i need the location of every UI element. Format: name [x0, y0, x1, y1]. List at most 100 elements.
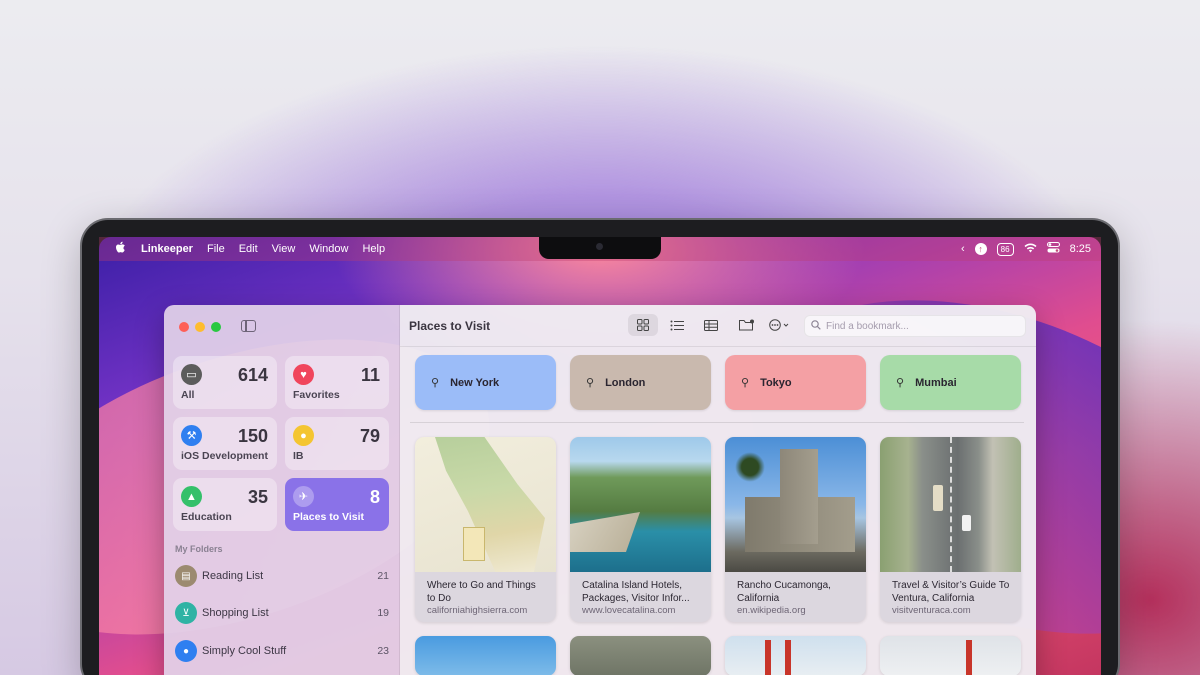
folder-count: 19 [377, 607, 389, 619]
card-favorites[interactable]: ♥ 11 Favorites [285, 356, 389, 409]
card-label: All [181, 389, 195, 401]
menu-help[interactable]: Help [362, 243, 385, 255]
pinned-mumbai[interactable]: ⚲ Mumbai [880, 355, 1021, 410]
list-icon [670, 320, 684, 330]
main-content: Places to Visit Find a bookmark... ⚲ New… [400, 305, 1036, 675]
bookmark-card[interactable] [570, 636, 711, 675]
card-count: 8 [369, 487, 380, 507]
menu-file[interactable]: File [207, 243, 225, 255]
close-window-button[interactable] [179, 322, 189, 332]
card-education[interactable]: ▲ 35 Education [173, 478, 277, 531]
app-menu[interactable]: Linkeeper [141, 243, 193, 255]
pin-icon: ⚲ [431, 377, 440, 389]
zoom-window-button[interactable] [211, 322, 221, 332]
camera-notch [539, 237, 661, 259]
bookmark-grid: Where to Go and Things to Do californiah… [415, 437, 1021, 675]
smart-folder-cards: ▭ 614 All ♥ 11 Favorites ⚒ 150 iOS Devel… [173, 356, 389, 531]
control-center-icon[interactable] [1046, 242, 1060, 256]
folder-reading-list[interactable]: ▤ Reading List 21 [175, 562, 389, 590]
menu-edit[interactable]: Edit [239, 243, 258, 255]
bookmark-thumbnail [415, 437, 556, 572]
bookmark-card[interactable] [725, 636, 866, 675]
list-view-button[interactable] [662, 314, 692, 336]
bookmark-card[interactable]: Where to Go and Things to Do californiah… [415, 437, 556, 622]
grid-icon [637, 319, 649, 331]
folder-shopping-list[interactable]: ⊻ Shopping List 19 [175, 599, 389, 627]
pin-icon: ⚲ [896, 377, 905, 389]
menu-window[interactable]: Window [309, 243, 348, 255]
menu-view[interactable]: View [272, 243, 296, 255]
pinned-tokyo[interactable]: ⚲ Tokyo [725, 355, 866, 410]
battery-badge[interactable]: 86 [996, 242, 1014, 256]
tray-icon: ▭ [181, 364, 202, 385]
bookmark-thumbnail [880, 437, 1021, 572]
card-ib[interactable]: ● 79 IB [285, 417, 389, 470]
bookmark-title: Rancho Cucamonga, California [737, 580, 831, 604]
page-title: Places to Visit [409, 319, 491, 333]
more-menu-button[interactable] [765, 314, 795, 336]
bookmark-thumbnail [415, 636, 556, 675]
card-label: Favorites [293, 389, 340, 401]
minimize-window-button[interactable] [195, 322, 205, 332]
pinned-label: Tokyo [760, 376, 792, 389]
card-count: 150 [237, 426, 268, 446]
folder-name: Shopping List [202, 607, 269, 619]
bookmark-card[interactable]: Catalina Island Hotels, Packages, Visito… [570, 437, 711, 622]
graduation-cap-icon: ▲ [181, 486, 202, 507]
card-places-to-visit[interactable]: ✈ 8 Places to Visit [285, 478, 389, 531]
search-input[interactable] [826, 320, 1016, 332]
bookmark-url: www.lovecatalina.com [582, 605, 676, 616]
table-icon [704, 319, 718, 331]
apple-icon[interactable] [115, 241, 127, 257]
bookmark-thumbnail [570, 437, 711, 572]
pinned-label: Mumbai [915, 376, 957, 389]
pinned-bookmarks: ⚲ New York ⚲ London ⚲ Tokyo ⚲ Mumbai [415, 355, 1021, 410]
airplane-icon: ✈ [293, 486, 314, 507]
bookmark-card[interactable] [880, 636, 1021, 675]
folder-count: 21 [377, 570, 389, 582]
pinned-label: London [605, 376, 646, 389]
bookmark-card[interactable] [415, 636, 556, 675]
card-label: iOS Development [181, 450, 268, 462]
bookmark-thumbnail [570, 636, 711, 675]
card-label: IB [293, 450, 304, 462]
bookmark-title: Travel & Visitor’s Guide To Ventura, Cal… [892, 580, 1010, 604]
card-ios-development[interactable]: ⚒ 150 iOS Development [173, 417, 277, 470]
card-count: 614 [237, 365, 268, 385]
folder-name: Simply Cool Stuff [202, 645, 287, 657]
grid-view-button[interactable] [628, 314, 658, 336]
pin-icon: ⚲ [586, 377, 595, 389]
wifi-icon[interactable] [1024, 242, 1037, 256]
hammer-icon: ⚒ [181, 425, 202, 446]
folder-simply-cool-stuff[interactable]: ● Simply Cool Stuff 23 [175, 637, 389, 665]
bookmark-thumbnail [725, 437, 866, 572]
window-controls [179, 322, 221, 332]
card-all[interactable]: ▭ 614 All [173, 356, 277, 409]
pin-icon: ⚲ [741, 377, 750, 389]
folder-count: 23 [377, 645, 389, 657]
card-count: 11 [360, 365, 380, 385]
bookmark-title: Catalina Island Hotels, Packages, Visito… [582, 580, 690, 604]
card-count: 79 [359, 426, 380, 446]
upload-arrow-icon[interactable]: ↑ [974, 243, 987, 255]
search-field[interactable] [804, 315, 1026, 337]
pinned-london[interactable]: ⚲ London [570, 355, 711, 410]
bookmark-url: californiahighsierra.com [427, 605, 528, 616]
folder-name: Reading List [202, 570, 264, 582]
bookmark-url: en.wikipedia.org [737, 605, 806, 616]
pinned-new-york[interactable]: ⚲ New York [415, 355, 556, 410]
new-folder-button[interactable] [732, 314, 762, 336]
flame-icon: ● [293, 425, 314, 446]
book-icon: ▤ [175, 565, 197, 587]
table-view-button[interactable] [696, 314, 726, 336]
search-icon [811, 319, 821, 333]
toolbar: Places to Visit [400, 305, 1036, 347]
clock[interactable]: 8:25 [1070, 243, 1091, 255]
flame-icon: ● [175, 640, 197, 662]
bookmark-card[interactable]: Travel & Visitor’s Guide To Ventura, Cal… [880, 437, 1021, 622]
bookmark-url: visitventuraca.com [892, 605, 971, 616]
sidebar-toggle-icon[interactable] [241, 320, 256, 332]
bookmark-card[interactable]: Rancho Cucamonga, California en.wikipedi… [725, 437, 866, 622]
ellipsis-circle-icon [769, 319, 789, 331]
chevron-left-icon[interactable]: ‹ [961, 243, 965, 255]
